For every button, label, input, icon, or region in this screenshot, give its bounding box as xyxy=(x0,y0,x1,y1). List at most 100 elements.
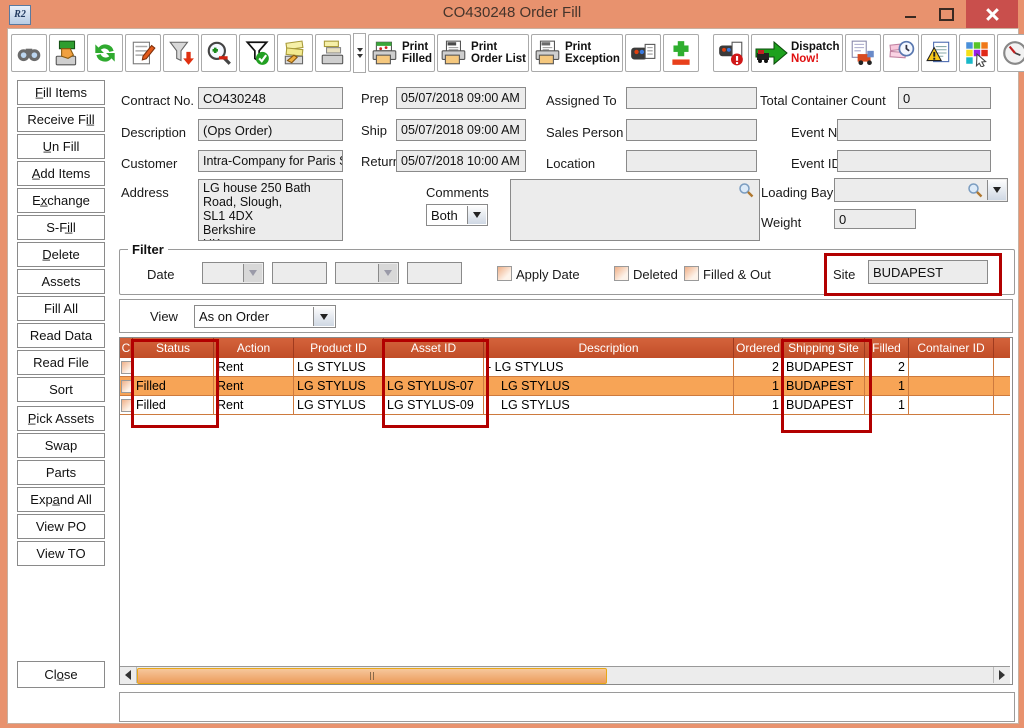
event-id-field[interactable] xyxy=(837,150,991,172)
sidebar-button-receive-fill[interactable]: Receive Fil̲l xyxy=(17,107,105,132)
date-filter-value-1[interactable] xyxy=(272,262,327,284)
sidebar-button-pick-assets[interactable]: P̲ick Assets xyxy=(17,406,105,431)
cell-action[interactable]: Rent xyxy=(214,358,294,377)
grid-row-3[interactable]: Filled Rent LG STYLUS LG STYLUS-09 LG ST… xyxy=(120,396,1010,415)
cell-filled[interactable]: 2 xyxy=(865,358,909,377)
add-remove-button[interactable] xyxy=(663,34,699,72)
row-checkbox[interactable] xyxy=(121,399,133,412)
sidebar-button-s-fill[interactable]: S-Fi̲ll xyxy=(17,215,105,240)
sidebar-button-assets[interactable]: Assets xyxy=(17,269,105,294)
row-checkbox[interactable] xyxy=(121,380,133,393)
cell-status[interactable] xyxy=(133,358,214,377)
cell-ordered[interactable]: 2 xyxy=(734,358,783,377)
col-header-asset-id[interactable]: Asset ID xyxy=(384,338,484,358)
cell-asset-id[interactable]: LG STYLUS-07 xyxy=(384,377,484,396)
schedule-button[interactable] xyxy=(883,34,919,72)
customer-field[interactable]: Intra-Company for Paris Sit xyxy=(198,150,343,172)
col-header-product-id[interactable]: Product ID xyxy=(294,338,384,358)
contract-field[interactable]: CO430248 xyxy=(198,87,343,109)
cell-action[interactable]: Rent xyxy=(214,396,294,415)
refresh-button[interactable] xyxy=(87,34,123,72)
cell-ordered[interactable]: 1 xyxy=(734,377,783,396)
row-checkbox-cell[interactable] xyxy=(120,358,133,377)
sidebar-button-un-fill[interactable]: U̲n Fill xyxy=(17,134,105,159)
apply-filter-button[interactable] xyxy=(239,34,275,72)
row-checkbox-cell[interactable] xyxy=(120,396,133,415)
filled-out-checkbox[interactable] xyxy=(684,266,699,281)
print-pick-ticket-button[interactable] xyxy=(49,34,85,72)
date-combo-2-dropdown[interactable] xyxy=(378,264,397,282)
sidebar-button-swap[interactable]: Swap xyxy=(17,433,105,458)
grid-row-2-selected[interactable]: Filled Rent LG STYLUS LG STYLUS-07 LG ST… xyxy=(120,377,1010,396)
loading-bay-field[interactable] xyxy=(834,178,1008,202)
print-filled-button[interactable]: PrintFilled xyxy=(368,34,435,72)
scan-alert-button[interactable] xyxy=(713,34,749,72)
comments-search-icon[interactable] xyxy=(738,182,754,198)
cell-product-id[interactable]: LG STYLUS xyxy=(294,396,384,415)
print-order-list-button[interactable]: PrintOrder List xyxy=(437,34,529,72)
event-name-field[interactable] xyxy=(837,119,991,141)
col-header-ordered[interactable]: Ordered xyxy=(734,338,783,358)
scroll-left-button[interactable] xyxy=(120,667,137,683)
sidebar-button-parts[interactable]: Parts xyxy=(17,460,105,485)
cell-description[interactable]: - LG STYLUS xyxy=(484,358,734,377)
cell-shipping-site[interactable]: BUDAPEST xyxy=(783,358,865,377)
cell-filled[interactable]: 1 xyxy=(865,396,909,415)
prep-date-field[interactable]: 05/07/2018 09:00 AM xyxy=(396,87,526,109)
cell-filled[interactable]: 1 xyxy=(865,377,909,396)
sort-items-button[interactable] xyxy=(277,34,313,72)
cell-product-id[interactable]: LG STYLUS xyxy=(294,377,384,396)
cell-product-id[interactable]: LG STYLUS xyxy=(294,358,384,377)
shipping-doc-button[interactable] xyxy=(845,34,881,72)
col-header-check[interactable]: C xyxy=(120,338,133,358)
location-field[interactable] xyxy=(626,150,757,172)
view-select[interactable]: As on Order xyxy=(194,305,336,328)
close-window-button[interactable] xyxy=(966,0,1018,28)
sidebar-button-fill-items[interactable]: F̲ill Items xyxy=(17,80,105,105)
cell-asset-id[interactable]: LG STYLUS-09 xyxy=(384,396,484,415)
cell-container-id[interactable] xyxy=(909,377,994,396)
filter-export-button[interactable] xyxy=(163,34,199,72)
col-header-status[interactable]: Status xyxy=(133,338,214,358)
loading-bay-dropdown[interactable] xyxy=(987,180,1006,200)
print-batch-dropdown[interactable] xyxy=(353,33,366,73)
ship-date-field[interactable]: 05/07/2018 09:00 AM xyxy=(396,119,526,141)
deleted-checkbox[interactable] xyxy=(614,266,629,281)
cell-container-id[interactable] xyxy=(909,358,994,377)
sidebar-button-exchange[interactable]: Ex̲change xyxy=(17,188,105,213)
cell-status[interactable]: Filled xyxy=(133,396,214,415)
comments-mode-select[interactable]: Both xyxy=(426,204,488,226)
sidebar-button-sort[interactable]: Sort xyxy=(17,377,105,402)
comments-field[interactable] xyxy=(510,179,760,241)
scroll-right-button[interactable] xyxy=(993,667,1010,683)
col-header-container-id[interactable]: Container ID xyxy=(909,338,994,358)
grid-row-1[interactable]: Rent LG STYLUS - LG STYLUS 2 BUDAPEST 2 xyxy=(120,358,1010,377)
cell-description[interactable]: LG STYLUS xyxy=(484,377,734,396)
apply-date-checkbox[interactable] xyxy=(497,266,512,281)
col-header-shipping-site[interactable]: Shipping Site xyxy=(783,338,865,358)
exception-report-button[interactable] xyxy=(921,34,957,72)
scrollbar-thumb[interactable] xyxy=(137,668,607,684)
row-checkbox[interactable] xyxy=(121,361,133,374)
cell-action[interactable]: Rent xyxy=(214,377,294,396)
sidebar-button-expand-all[interactable]: Expa̲nd All xyxy=(17,487,105,512)
maximize-button[interactable] xyxy=(929,0,963,28)
cell-container-id[interactable] xyxy=(909,396,994,415)
cell-status[interactable]: Filled xyxy=(133,377,214,396)
date-filter-combo-1[interactable] xyxy=(202,262,264,284)
col-header-action[interactable]: Action xyxy=(214,338,294,358)
cell-description[interactable]: LG STYLUS xyxy=(484,396,734,415)
dispatch-now-button[interactable]: DispatchNow! xyxy=(751,34,843,72)
edit-notes-button[interactable] xyxy=(125,34,161,72)
sidebar-button-add-items[interactable]: A̲dd Items xyxy=(17,161,105,186)
sidebar-button-read-file[interactable]: Read File xyxy=(17,350,105,375)
description-field[interactable]: (Ops Order) xyxy=(198,119,343,141)
date-filter-value-2[interactable] xyxy=(407,262,462,284)
cell-shipping-site[interactable]: BUDAPEST xyxy=(783,377,865,396)
horizontal-scrollbar[interactable] xyxy=(120,666,1010,684)
find-button[interactable] xyxy=(11,34,47,72)
col-header-description[interactable]: Description xyxy=(484,338,734,358)
zoom-button[interactable] xyxy=(201,34,237,72)
cell-asset-id[interactable] xyxy=(384,358,484,377)
sidebar-button-view-po[interactable]: View PO xyxy=(17,514,105,539)
